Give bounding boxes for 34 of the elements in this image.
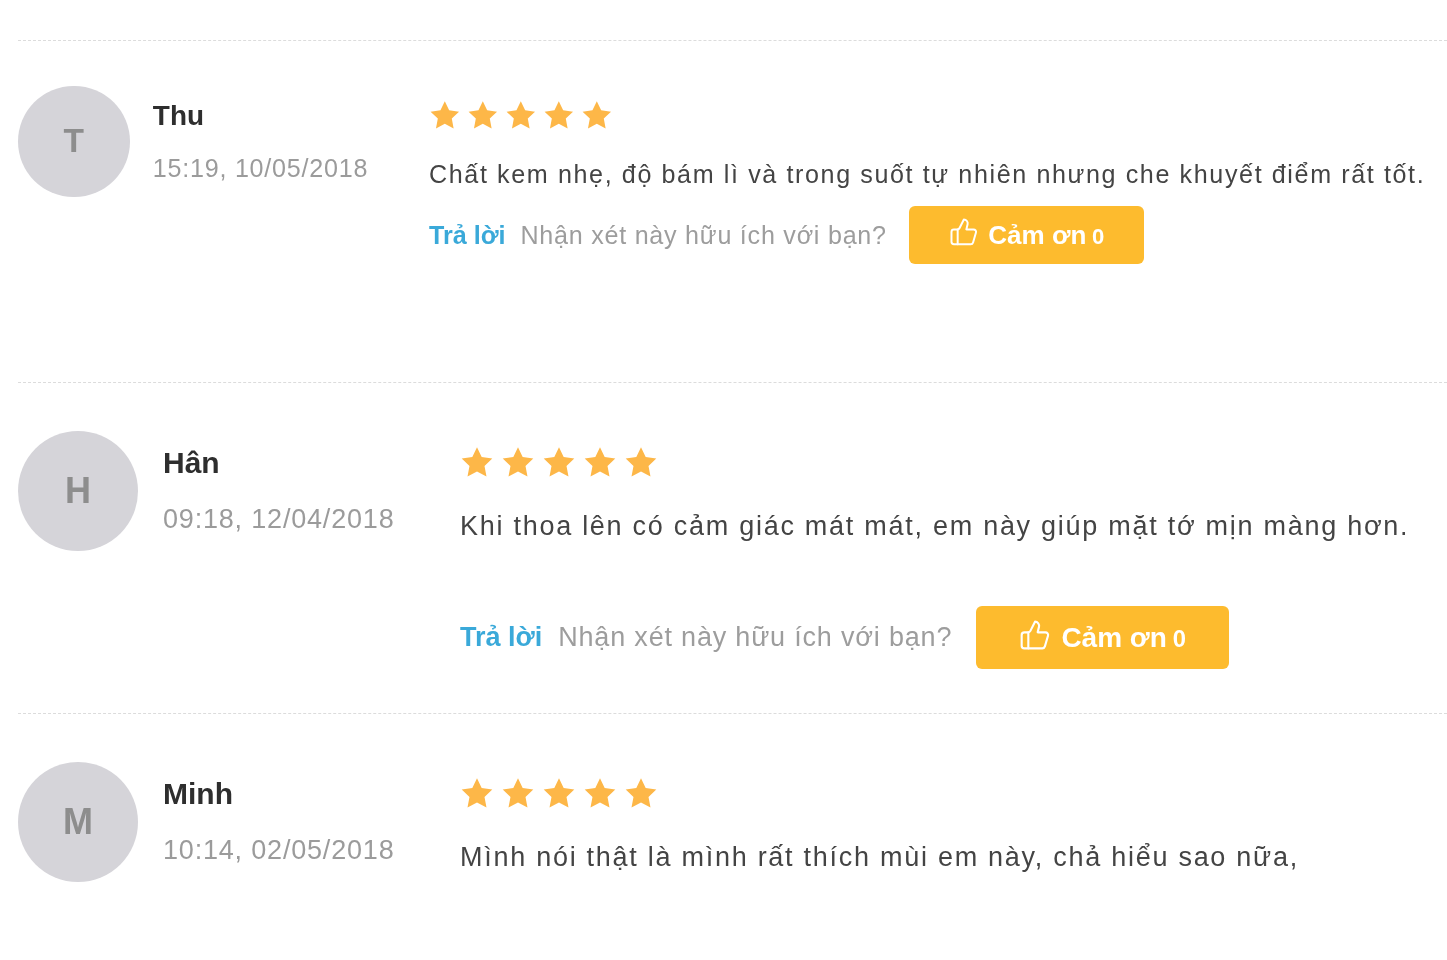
helpful-prompt: Nhận xét này hữu ích với bạn? [520,220,887,250]
thanks-button[interactable]: Cảm ơn 0 [976,606,1230,670]
thumbs-up-icon [1019,618,1052,651]
star-icon [542,446,576,479]
star-icon [460,777,494,810]
star-icon [467,99,499,131]
reviewer-name: Thu [152,98,204,133]
review-time: 10:14, 02/05/2018 [163,834,395,867]
star-icon [429,99,461,131]
review-time: 09:18, 12/04/2018 [163,503,395,536]
avatar: T [18,85,130,198]
star-icon [583,777,617,810]
star-icon [583,446,617,479]
review-time: 15:19, 10/05/2018 [152,152,369,183]
review-text: Khi thoa lên có cảm giác mát mát, em này giúp mặt tớ mịn màng hơn. [460,510,1410,543]
star-icon [624,777,658,810]
star-icon [501,777,535,810]
star-icon [460,446,494,479]
star-icon [542,777,576,810]
thanks-button[interactable]: Cảm ơn 0 [909,205,1145,265]
thumbs-up-icon [949,217,979,248]
review-text: Chất kem nhẹ, độ bám lì và trong suốt tự nhiên nhưng che khuyết điểm rất tốt. [429,159,1426,191]
reply-link[interactable]: Trả lời [460,622,543,654]
avatar: M [18,762,138,882]
avatar: H [18,431,138,551]
reply-link[interactable]: Trả lời [429,220,506,250]
reviewer-name: Hân [163,445,220,481]
reviewer-name: Minh [163,776,233,812]
star-icon [543,99,575,131]
star-icon [505,99,537,131]
star-icon [624,446,658,479]
star-icon [501,446,535,479]
helpful-prompt: Nhận xét này hữu ích với bạn? [558,622,953,654]
review-text: Mình nói thật là mình rất thích mùi em này, chả hiểu sao nữa, [460,841,1299,874]
